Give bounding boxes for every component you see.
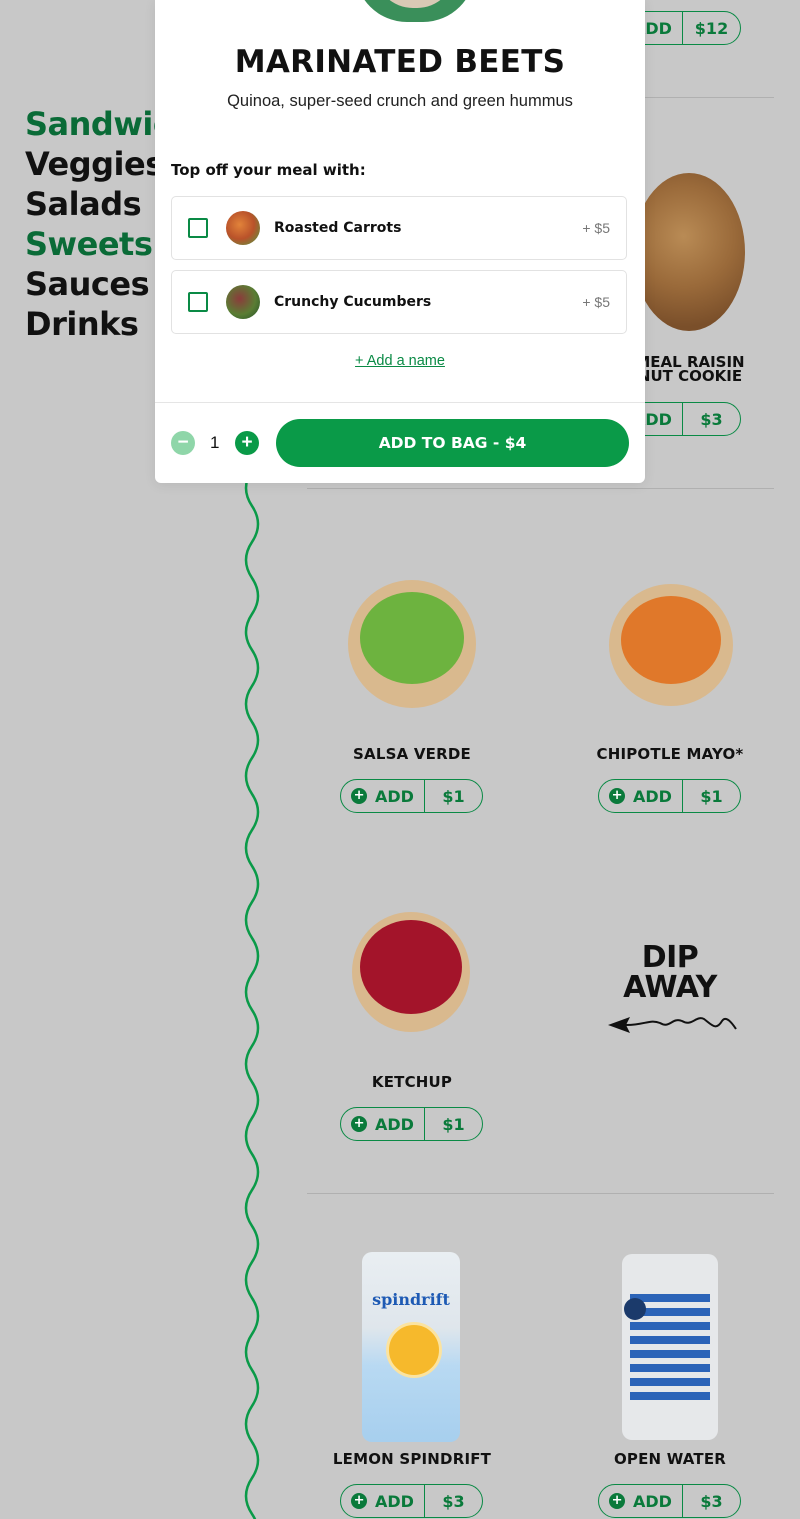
price-label: $1	[442, 786, 465, 806]
drink-item: LEMON SPINDRIFT	[312, 1450, 512, 1468]
nav-item-sauces[interactable]: Sauces	[25, 264, 171, 304]
option-price: + $5	[582, 220, 610, 236]
crunchy-cucumbers-thumb	[226, 285, 260, 319]
price-label: $1	[700, 786, 723, 806]
lemon-spindrift-add-button[interactable]: + ADD $3	[340, 1484, 483, 1518]
item-name: SALSA VERDE	[353, 745, 471, 763]
item-name: OPEN WATER	[613, 1450, 727, 1468]
add-label: ADD	[633, 1491, 672, 1511]
modal-description: Quinoa, super-seed crunch and green humm…	[227, 92, 573, 110]
price-label: $12	[694, 18, 729, 38]
salsa-verde-image	[348, 580, 476, 708]
decrease-quantity-button[interactable]: −	[171, 431, 195, 455]
add-to-bag-button[interactable]: ADD TO BAG - $4	[276, 419, 629, 467]
add-label: ADD	[375, 1491, 414, 1511]
increase-quantity-button[interactable]: +	[235, 431, 259, 455]
option-checkbox[interactable]	[188, 218, 208, 238]
item-modal: MARINATED BEETS Quinoa, super-seed crunc…	[155, 0, 645, 483]
nav-item-sandwiches[interactable]: Sandwic	[25, 104, 172, 144]
roasted-carrots-thumb	[226, 211, 260, 245]
cookie-image	[633, 173, 745, 331]
add-name-link[interactable]: + Add a name	[155, 353, 645, 369]
ketchup-add-button[interactable]: + ADD $1	[340, 1107, 483, 1141]
plus-icon: +	[609, 788, 626, 804]
price-label: $3	[442, 1491, 465, 1511]
nav-item-salads[interactable]: Salads	[25, 184, 171, 224]
topoff-heading: Top off your meal with:	[171, 161, 366, 179]
plus-icon: +	[351, 1116, 368, 1132]
add-label: ADD	[633, 786, 672, 806]
price-label: $3	[700, 409, 723, 429]
plus-icon: +	[609, 1493, 626, 1509]
squiggle-arrow-icon	[608, 1017, 737, 1033]
chipotle-mayo-add-button[interactable]: + ADD $1	[598, 779, 741, 813]
section-divider	[307, 1193, 774, 1194]
lemon-spindrift-image: spindrift	[362, 1252, 460, 1442]
add-label: ADD	[375, 1114, 414, 1134]
option-checkbox[interactable]	[188, 292, 208, 312]
option-crunchy-cucumbers[interactable]: Crunchy Cucumbers + $5	[171, 270, 627, 334]
item-name: LEMON SPINDRIFT	[332, 1450, 492, 1468]
price-label: $1	[442, 1114, 465, 1134]
ketchup-image	[352, 912, 470, 1032]
nav-item-veggies[interactable]: Veggies	[25, 144, 171, 184]
drink-item: OPEN WATER	[570, 1450, 770, 1468]
option-price: + $5	[582, 294, 610, 310]
sauce-item: SALSA VERDE	[312, 745, 512, 763]
beets-bowl-image	[355, 0, 475, 22]
sauce-item: KETCHUP	[312, 1073, 512, 1091]
category-nav: Sandwic Veggies Salads Sweets Sauces Dri…	[25, 104, 172, 344]
item-name: KETCHUP	[371, 1073, 453, 1091]
plus-icon: +	[351, 788, 368, 804]
sauce-item: CHIPOTLE MAYO*	[570, 745, 770, 763]
open-water-image	[622, 1254, 718, 1440]
salsa-verde-add-button[interactable]: + ADD $1	[340, 779, 483, 813]
wavy-divider	[244, 470, 260, 1519]
chipotle-mayo-image	[609, 584, 733, 706]
option-name: Crunchy Cucumbers	[274, 294, 432, 310]
open-water-add-button[interactable]: + ADD $3	[598, 1484, 741, 1518]
plus-icon: +	[351, 1493, 368, 1509]
dip-line1: DIP	[641, 940, 699, 975]
add-label: ADD	[375, 786, 414, 806]
option-roasted-carrots[interactable]: Roasted Carrots + $5	[171, 196, 627, 260]
option-name: Roasted Carrots	[274, 220, 402, 236]
quantity-value: 1	[210, 433, 220, 452]
dip-away-graphic: DIP AWAY	[600, 943, 740, 1039]
nav-item-sweets[interactable]: Sweets	[25, 224, 171, 264]
nav-item-drinks[interactable]: Drinks	[25, 304, 171, 344]
dip-line2: AWAY	[623, 970, 717, 1005]
price-label: $3	[700, 1491, 723, 1511]
modal-divider	[155, 402, 645, 403]
modal-title: MARINATED BEETS	[234, 44, 566, 80]
item-name: CHIPOTLE MAYO*	[596, 745, 744, 763]
section-divider	[307, 488, 774, 489]
